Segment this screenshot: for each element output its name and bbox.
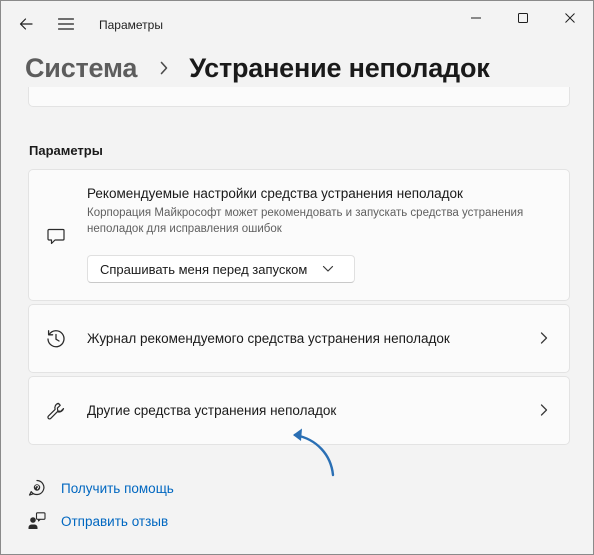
troubleshooter-mode-dropdown[interactable]: Спрашивать меня перед запуском	[87, 255, 355, 283]
feedback-icon	[27, 511, 47, 531]
minimize-button[interactable]	[453, 1, 499, 35]
previous-card	[28, 87, 570, 107]
send-feedback-link[interactable]: Отправить отзыв	[27, 510, 168, 532]
wrench-icon	[44, 399, 68, 423]
dropdown-selected-value: Спрашивать меня перед запуском	[100, 261, 308, 277]
troubleshooter-history-card[interactable]: Журнал рекомендуемого средства устранени…	[28, 304, 570, 373]
section-heading: Параметры	[29, 143, 103, 158]
help-chat-icon	[27, 478, 47, 498]
close-button[interactable]	[547, 1, 593, 35]
breadcrumb: Система Устранение неполадок	[25, 49, 490, 87]
get-help-link[interactable]: Получить помощь	[27, 477, 174, 499]
send-feedback-text: Отправить отзыв	[61, 513, 169, 529]
maximize-button[interactable]	[500, 1, 546, 35]
minimize-icon	[471, 17, 481, 19]
back-arrow-icon	[19, 18, 33, 30]
get-help-text: Получить помощь	[61, 480, 174, 496]
close-icon	[565, 13, 575, 23]
history-icon	[44, 327, 68, 351]
chat-bubble-icon	[44, 224, 68, 248]
recommended-settings-card: Рекомендуемые настройки средства устране…	[28, 169, 570, 301]
title-bar: Параметры	[1, 1, 593, 49]
settings-window: Параметры Система Устранение неполадок П…	[0, 0, 594, 555]
back-button[interactable]	[12, 9, 40, 39]
other-troubleshooters-label: Другие средства устранения неполадок	[87, 403, 337, 418]
breadcrumb-separator	[149, 61, 179, 75]
page-title: Устранение неполадок	[189, 52, 490, 83]
recommended-settings-title: Рекомендуемые настройки средства устране…	[87, 186, 463, 201]
annotation-arrow-icon	[293, 428, 335, 477]
chevron-right-icon	[537, 331, 551, 345]
chevron-right-icon	[537, 403, 551, 417]
recommended-settings-description: Корпорация Майкрософт может рекомендоват…	[87, 207, 524, 235]
navigation-menu-button[interactable]	[52, 9, 80, 39]
hamburger-menu-icon	[58, 18, 74, 30]
chevron-right-icon	[160, 61, 168, 75]
app-title: Параметры	[99, 18, 163, 32]
maximize-icon	[518, 13, 528, 23]
chevron-down-icon	[321, 262, 335, 276]
breadcrumb-parent-link[interactable]: Система	[25, 53, 137, 84]
history-label: Журнал рекомендуемого средства устранени…	[87, 331, 450, 346]
